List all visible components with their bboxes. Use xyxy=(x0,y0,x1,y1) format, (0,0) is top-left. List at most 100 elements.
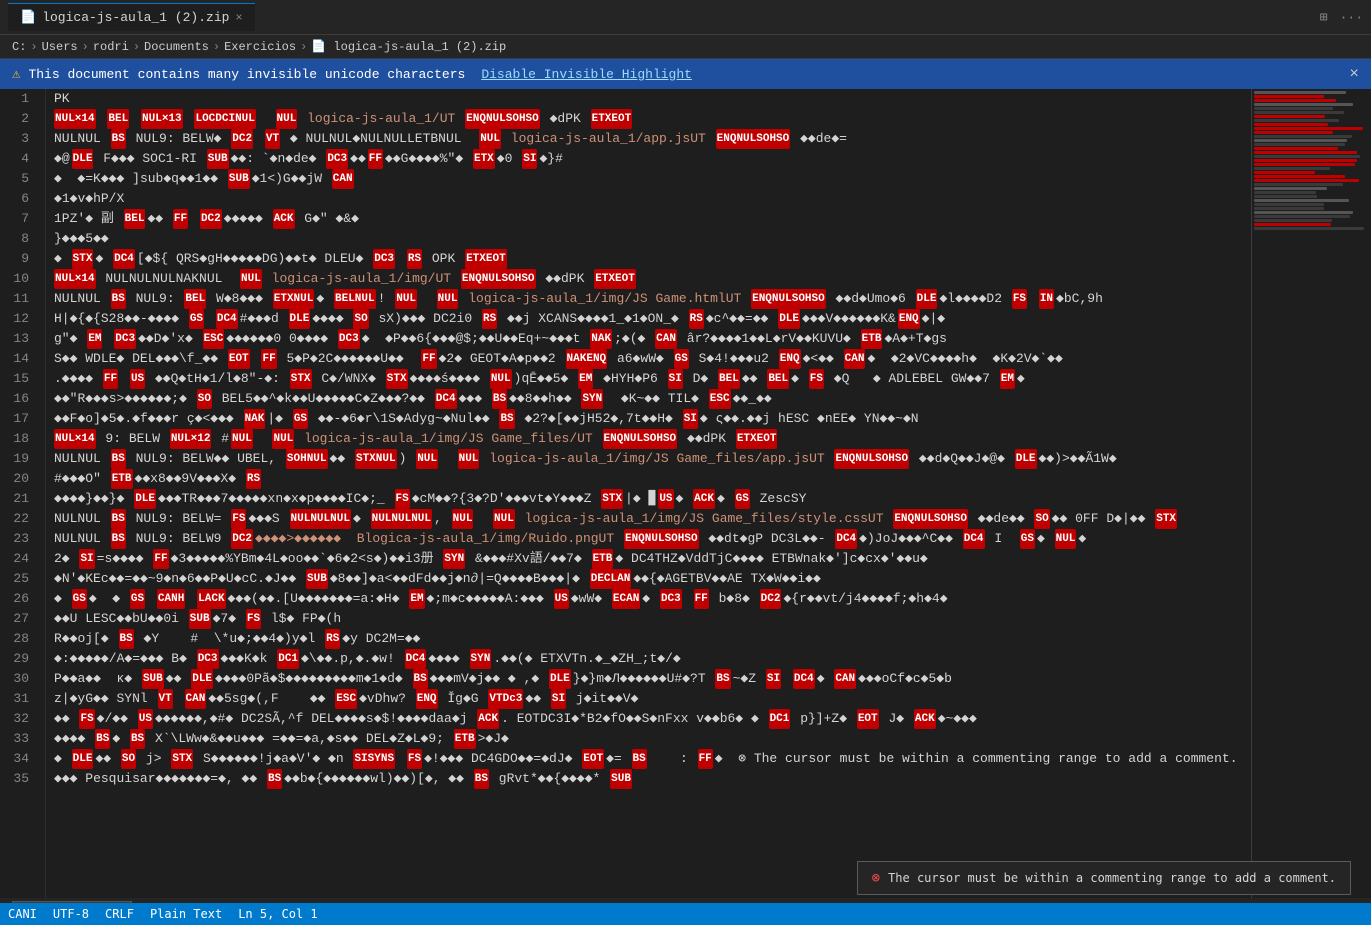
status-encoding[interactable]: UTF-8 xyxy=(53,907,89,921)
code-text: ◆ xyxy=(676,489,692,509)
disable-highlight-link[interactable]: Disable Invisible Highlight xyxy=(481,67,692,82)
invisible-char-highlight: CAN xyxy=(655,329,677,349)
code-text: ~◆Z xyxy=(733,669,764,689)
error-text: The cursor must be within a commenting r… xyxy=(888,871,1336,885)
code-text: P◆◆a◆◆ κ◆ xyxy=(54,669,140,689)
code-text xyxy=(255,129,263,149)
code-text: ◆ xyxy=(54,249,70,269)
code-text: }◆}m◆Л◆◆◆◆◆◆U#◆?T xyxy=(573,669,714,689)
line-number: 22 xyxy=(8,509,29,529)
breadcrumb-c[interactable]: C: xyxy=(12,40,26,54)
code-line: #◆◆◆O" ETB◆◆x8◆◆9V◆◆◆X◆ RS xyxy=(54,469,1243,489)
line-number: 9 xyxy=(8,249,29,269)
code-text xyxy=(1029,289,1037,309)
tab-close-button[interactable]: × xyxy=(235,11,242,25)
invisible-char-highlight: NULNULNUL xyxy=(290,509,351,529)
minimap-line xyxy=(1254,219,1332,222)
invisible-char-highlight: ETB xyxy=(454,729,476,749)
invisible-char-highlight: NUL xyxy=(479,129,501,149)
code-text: =s◆◆◆◆ xyxy=(97,549,152,569)
code-text: J◆ xyxy=(881,709,912,729)
code-text: ◆◆ xyxy=(147,209,170,229)
code-text xyxy=(783,669,791,689)
code-text: ◆@ xyxy=(54,149,70,169)
code-text: PK xyxy=(54,89,70,109)
code-text: ◆;m◆c◆◆◆◆◆A:◆◆◆ xyxy=(427,589,552,609)
code-text: ◆vDhw? xyxy=(359,689,414,709)
invisible-char-highlight: DC4 xyxy=(963,529,985,549)
code-text: ◆◆dt◆gP DC3L◆◆- xyxy=(701,529,834,549)
code-text: ◆◆◆K◆k xyxy=(221,649,276,669)
invisible-char-highlight: STX xyxy=(601,489,623,509)
warning-close-button[interactable]: × xyxy=(1349,65,1359,83)
code-text: 2◆ xyxy=(54,549,77,569)
breadcrumb-users[interactable]: Users xyxy=(42,40,78,54)
code-text: ◆◆◆S xyxy=(248,509,287,529)
code-text: R◆◆oj[◆ xyxy=(54,629,117,649)
more-icon[interactable]: ··· xyxy=(1340,10,1363,25)
invisible-char-highlight: SI xyxy=(668,369,683,389)
line-number: 30 xyxy=(8,669,29,689)
invisible-char-highlight: GS xyxy=(735,489,750,509)
invisible-char-highlight: GS xyxy=(1020,529,1035,549)
code-text: ◆A◆+T◆gs xyxy=(884,329,947,349)
invisible-char-highlight: SI xyxy=(522,149,537,169)
code-text: ◆|◆ xyxy=(922,309,945,329)
code-text xyxy=(440,449,456,469)
breadcrumb-sep-3: › xyxy=(133,40,140,54)
code-line: ◆1◆v◆hP/X xyxy=(54,189,1243,209)
invisible-char-highlight: SUB xyxy=(142,669,164,689)
code-text: ◆l◆◆◆◆D2 xyxy=(939,289,1009,309)
invisible-char-highlight: STXNUL xyxy=(355,449,397,469)
code-text: . EOTDC3I◆*B2◆fO◆◆S◆nFxx v◆◆b6◆ ◆ xyxy=(501,709,766,729)
invisible-char-highlight: BELNUL xyxy=(334,289,376,309)
code-text: ! xyxy=(378,289,394,309)
status-lang[interactable]: Plain Text xyxy=(150,907,222,921)
breadcrumb-rodri[interactable]: rodri xyxy=(93,40,129,54)
editor-tab[interactable]: 📄 logica-js-aula_1 (2).zip × xyxy=(8,3,255,31)
invisible-char-highlight: SI xyxy=(683,409,698,429)
code-text: )qĒ◆◆5◆ xyxy=(514,369,577,389)
invisible-char-highlight: NUL xyxy=(231,429,253,449)
breadcrumb: C: › Users › rodri › Documents › Exercic… xyxy=(0,35,1371,59)
line-number: 15 xyxy=(8,369,29,389)
invisible-char-highlight: US xyxy=(554,589,569,609)
status-eol[interactable]: CRLF xyxy=(105,907,134,921)
file-path: logica-js-aula_1/UT xyxy=(299,109,463,129)
tab-title: logica-js-aula_1 (2).zip xyxy=(42,10,229,25)
invisible-char-highlight: LACK xyxy=(197,589,225,609)
line-number: 1 xyxy=(8,89,29,109)
code-text: ◆8◆◆]◆a<◆◆dFd◆◆j◆n∂|=Q◆◆◆◆B◆◆◆|◆ xyxy=(330,569,588,589)
breadcrumb-sep-5: › xyxy=(300,40,307,54)
breadcrumb-documents[interactable]: Documents xyxy=(144,40,209,54)
invisible-char-highlight: DC2 xyxy=(760,589,782,609)
code-text: ◆◆◆◆}◆◆}◆ xyxy=(54,489,132,509)
layout-icon[interactable]: ⊞ xyxy=(1320,10,1328,25)
invisible-char-highlight: DC4 xyxy=(405,649,427,669)
invisible-char-highlight: ESC xyxy=(335,689,357,709)
invisible-char-highlight: DC2 xyxy=(200,209,222,229)
code-text: ◆◆d◆Umo◆6 xyxy=(828,289,914,309)
invisible-char-highlight: DC4 xyxy=(435,389,457,409)
code-text: g"◆ xyxy=(54,329,85,349)
breadcrumb-file[interactable]: 📄 logica-js-aula_1 (2).zip xyxy=(311,39,506,54)
code-text: j◆it◆◆V◆ xyxy=(568,689,638,709)
invisible-char-highlight: NULNULNUL xyxy=(371,509,432,529)
invisible-char-highlight: ENQNULSOHSO xyxy=(893,509,968,529)
invisible-char-highlight: BS xyxy=(492,389,507,409)
invisible-char-highlight: BEL xyxy=(107,109,129,129)
invisible-char-highlight: EOT xyxy=(582,749,604,769)
invisible-char-highlight: BS xyxy=(474,769,489,789)
minimap-line xyxy=(1254,199,1349,202)
code-text: ◆◆◆ xyxy=(459,389,490,409)
invisible-char-highlight: SI xyxy=(766,669,781,689)
breadcrumb-exercicios[interactable]: Exercicios xyxy=(224,40,296,54)
invisible-char-highlight: SOHNUL xyxy=(286,449,328,469)
invisible-char-highlight: NUL xyxy=(437,289,459,309)
invisible-char-highlight: DC3 xyxy=(660,589,682,609)
invisible-char-highlight: ETXEOT xyxy=(594,269,636,289)
code-text: ◆◆◆◆ś◆◆◆◆ xyxy=(410,369,488,389)
invisible-char-highlight: BEL xyxy=(124,209,146,229)
code-area[interactable]: PKNUL×14 BEL NUL×13 LOCDCINUL NUL logi… xyxy=(46,89,1251,898)
code-text: ◆ ◆P◆◆6{◆◆◆@$;◆◆U◆◆Eq+~◆◆◆t xyxy=(362,329,589,349)
